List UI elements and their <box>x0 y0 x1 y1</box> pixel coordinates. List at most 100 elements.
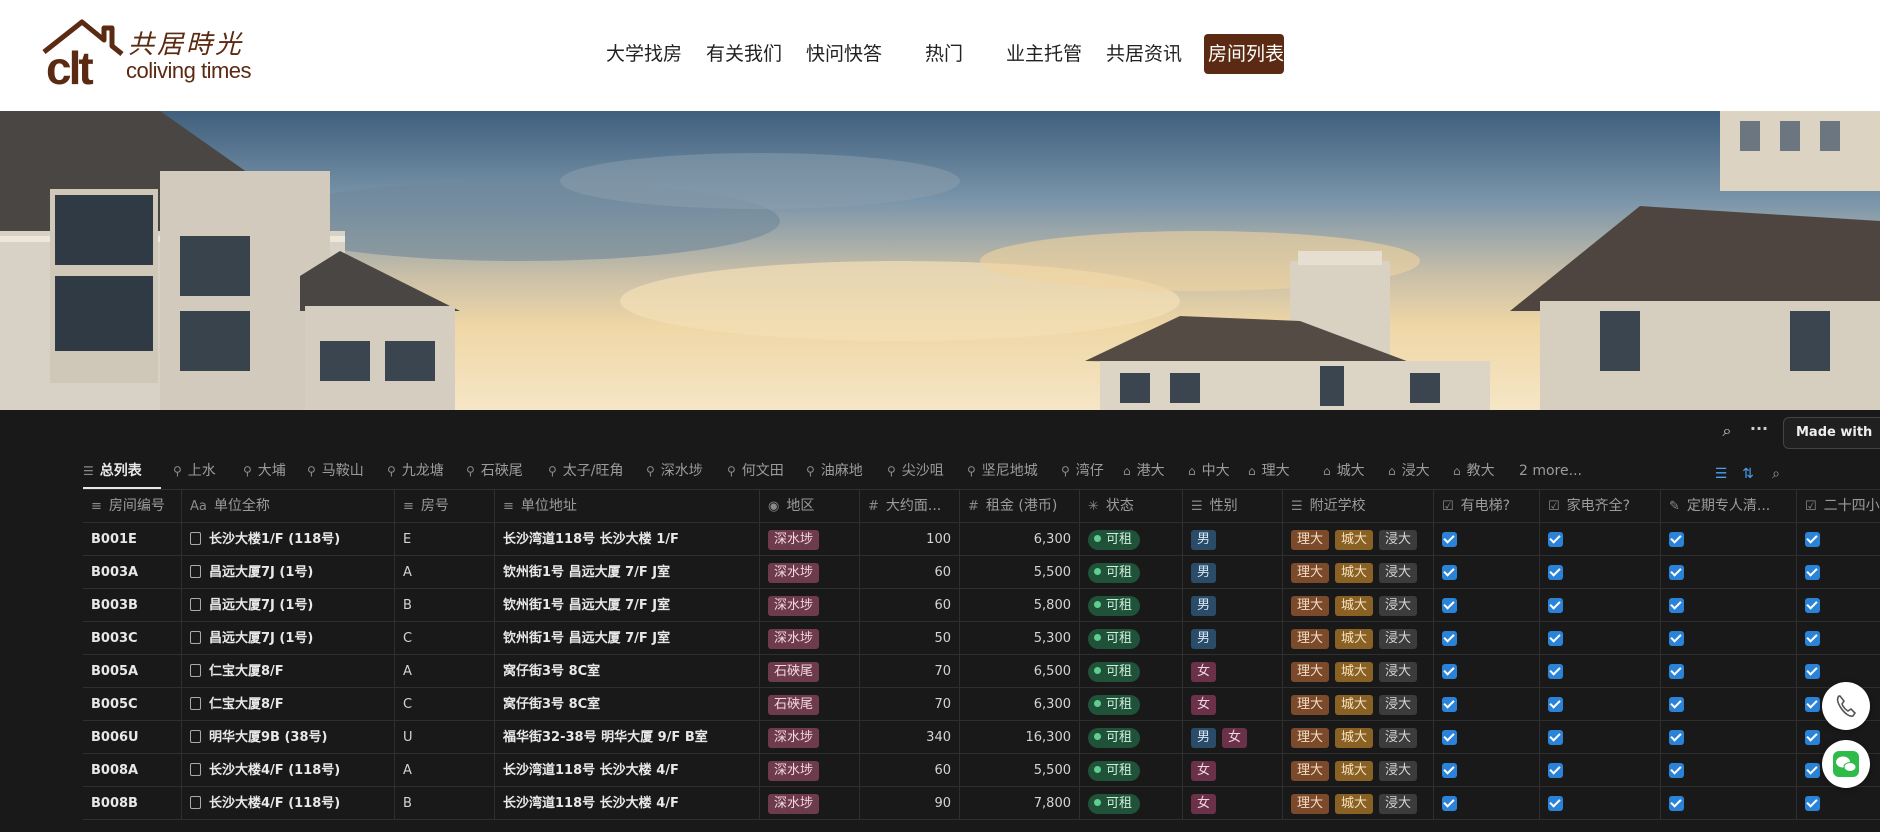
checked-checkbox[interactable] <box>1669 532 1684 547</box>
cell-unit-name[interactable]: 长沙大楼1/F (118号) <box>182 523 395 556</box>
nav-coliving-news[interactable]: 共居资讯 <box>1106 34 1182 74</box>
checked-checkbox[interactable] <box>1548 598 1563 613</box>
checked-checkbox[interactable] <box>1548 532 1563 547</box>
checked-checkbox[interactable] <box>1669 796 1684 811</box>
search-icon[interactable]: ⌕ <box>1716 420 1738 442</box>
checked-checkbox[interactable] <box>1548 664 1563 679</box>
filter-icon[interactable]: ☰ <box>1713 466 1729 482</box>
cell-unit-name[interactable]: 昌远大厦7J (1号) <box>182 589 395 622</box>
column-header-regular-cleaning[interactable]: ✎ 定期专人清... <box>1661 490 1797 523</box>
checked-checkbox[interactable] <box>1442 565 1457 580</box>
table-row[interactable]: B005C 仁宝大厦8/F C 窝仔街3号 8C室 石硤尾 70 6,300 可租 女 理大 城大浸… <box>83 688 1880 721</box>
nav-owner-management[interactable]: 业主托管 <box>1006 34 1082 74</box>
tab-1[interactable]: ⚲ 上水 <box>173 454 216 488</box>
checked-checkbox[interactable] <box>1548 565 1563 580</box>
checked-checkbox[interactable] <box>1442 532 1457 547</box>
checked-checkbox[interactable] <box>1669 598 1684 613</box>
cell-unit-name[interactable]: 长沙大楼4/F (118号) <box>182 787 395 820</box>
tab-3[interactable]: ⚲ 马鞍山 <box>307 454 364 488</box>
tab-12[interactable]: ⚲ 湾仔 <box>1061 454 1104 488</box>
column-header-unit-name[interactable]: Aa 单位全称 <box>182 490 395 523</box>
column-header-gender[interactable]: ☰ 性别 <box>1183 490 1283 523</box>
wechat-button[interactable] <box>1822 740 1870 788</box>
checked-checkbox[interactable] <box>1805 730 1820 745</box>
cell-unit-name[interactable]: 昌远大厦7J (1号) <box>182 622 395 655</box>
tab-17[interactable]: ⌂ 浸大 <box>1388 454 1430 488</box>
tab-14[interactable]: ⌂ 中大 <box>1188 454 1230 488</box>
column-header-rent[interactable]: # 租金 (港币) <box>960 490 1080 523</box>
checked-checkbox[interactable] <box>1442 796 1457 811</box>
tab-13[interactable]: ⌂ 港大 <box>1123 454 1165 488</box>
table-row[interactable]: B001E 长沙大楼1/F (118号) E 长沙湾道118号 长沙大楼 1/F 深水埗… <box>83 523 1880 556</box>
cell-unit-name[interactable]: 仁宝大厦8/F <box>182 655 395 688</box>
tab-5[interactable]: ⚲ 石硤尾 <box>466 454 523 488</box>
checked-checkbox[interactable] <box>1669 763 1684 778</box>
checked-checkbox[interactable] <box>1805 565 1820 580</box>
column-header-unit-address[interactable]: ≡ 单位地址 <box>495 490 760 523</box>
column-header-nearby-schools[interactable]: ☰ 附近学校 <box>1283 490 1434 523</box>
checked-checkbox[interactable] <box>1805 763 1820 778</box>
tab-15[interactable]: ⌂ 理大 <box>1248 454 1290 488</box>
checked-checkbox[interactable] <box>1805 631 1820 646</box>
cell-unit-name[interactable]: 明华大厦9B (38号) <box>182 721 395 754</box>
tab-0[interactable]: ☰ 总列表 <box>83 454 142 488</box>
table-row[interactable]: B008A 长沙大楼4/F (118号) A 长沙湾道118号 长沙大楼 4/F 深水埗… <box>83 754 1880 787</box>
checked-checkbox[interactable] <box>1669 631 1684 646</box>
checked-checkbox[interactable] <box>1442 697 1457 712</box>
tab-8[interactable]: ⚲ 何文田 <box>727 454 784 488</box>
checked-checkbox[interactable] <box>1805 796 1820 811</box>
tab-11[interactable]: ⚲ 坚尼地城 <box>967 454 1038 488</box>
checked-checkbox[interactable] <box>1442 730 1457 745</box>
tab-4[interactable]: ⚲ 九龙塘 <box>387 454 444 488</box>
cell-unit-name[interactable]: 长沙大楼4/F (118号) <box>182 754 395 787</box>
checked-checkbox[interactable] <box>1669 697 1684 712</box>
checked-checkbox[interactable] <box>1442 763 1457 778</box>
checked-checkbox[interactable] <box>1548 796 1563 811</box>
table-row[interactable]: B006U 明华大厦9B (38号) U 福华街32-38号 明华大厦 9/F B室深… <box>83 721 1880 754</box>
column-header-full-appliances[interactable]: ☑ 家电齐全? <box>1540 490 1661 523</box>
checked-checkbox[interactable] <box>1805 664 1820 679</box>
tab-18[interactable]: ⌂ 教大 <box>1453 454 1495 488</box>
column-header-area[interactable]: # 大约面... <box>860 490 960 523</box>
checked-checkbox[interactable] <box>1548 631 1563 646</box>
column-header-24h[interactable]: ☑ 二十四小 <box>1797 490 1880 523</box>
table-row[interactable]: B008B 长沙大楼4/F (118号) B 长沙湾道118号 长沙大楼 4/F 深水埗… <box>83 787 1880 820</box>
nav-about-us[interactable]: 有关我们 <box>706 34 782 74</box>
checked-checkbox[interactable] <box>1805 697 1820 712</box>
nav-hot[interactable]: 热门 <box>906 34 982 74</box>
nav-faq[interactable]: 快问快答 <box>806 34 882 74</box>
checked-checkbox[interactable] <box>1442 664 1457 679</box>
checked-checkbox[interactable] <box>1669 664 1684 679</box>
tab-7[interactable]: ⚲ 深水埗 <box>646 454 703 488</box>
column-header-has-lift[interactable]: ☑ 有电梯? <box>1434 490 1540 523</box>
checked-checkbox[interactable] <box>1805 598 1820 613</box>
tab-2[interactable]: ⚲ 大埔 <box>243 454 286 488</box>
sort-icon[interactable]: ⇅ <box>1740 466 1756 482</box>
column-header-region[interactable]: ◉ 地区 <box>760 490 860 523</box>
checked-checkbox[interactable] <box>1805 532 1820 547</box>
column-header-status[interactable]: ✳ 状态 <box>1080 490 1183 523</box>
nav-university-search[interactable]: 大学找房 <box>606 34 682 74</box>
table-row[interactable]: B003A 昌远大厦7J (1号) A 钦州街1号 昌远大厦 7/F J室 深水埗 60 5… <box>83 556 1880 589</box>
search-icon[interactable]: ⌕ <box>1768 466 1784 482</box>
tab-9[interactable]: ⚲ 油麻地 <box>806 454 863 488</box>
cell-unit-name[interactable]: 昌远大厦7J (1号) <box>182 556 395 589</box>
phone-button[interactable] <box>1822 682 1870 730</box>
table-row[interactable]: B003B 昌远大厦7J (1号) B 钦州街1号 昌远大厦 7/F J室 深水埗 60 5… <box>83 589 1880 622</box>
nav-room-list[interactable]: 房间列表 <box>1204 34 1284 74</box>
made-with-notion-badge[interactable]: Made with N <box>1783 417 1880 449</box>
tab-10[interactable]: ⚲ 尖沙咀 <box>887 454 944 488</box>
tab-16[interactable]: ⌂ 城大 <box>1323 454 1365 488</box>
column-header-room-no[interactable]: ≡ 房号 <box>395 490 495 523</box>
more-tabs-button[interactable]: 2 more... <box>1519 454 1582 488</box>
checked-checkbox[interactable] <box>1442 598 1457 613</box>
checked-checkbox[interactable] <box>1442 631 1457 646</box>
table-row[interactable]: B003C 昌远大厦7J (1号) C 钦州街1号 昌远大厦 7/F J室 深水埗 50 5… <box>83 622 1880 655</box>
tab-6[interactable]: ⚲ 太子/旺角 <box>548 454 624 488</box>
checked-checkbox[interactable] <box>1548 730 1563 745</box>
table-row[interactable]: B005A 仁宝大厦8/F A 窝仔街3号 8C室 石硤尾 70 6,500 可租 女 理大 城大浸… <box>83 655 1880 688</box>
column-header-room-id[interactable]: ≡ 房间编号 <box>83 490 182 523</box>
checked-checkbox[interactable] <box>1669 730 1684 745</box>
checked-checkbox[interactable] <box>1669 565 1684 580</box>
checked-checkbox[interactable] <box>1548 697 1563 712</box>
